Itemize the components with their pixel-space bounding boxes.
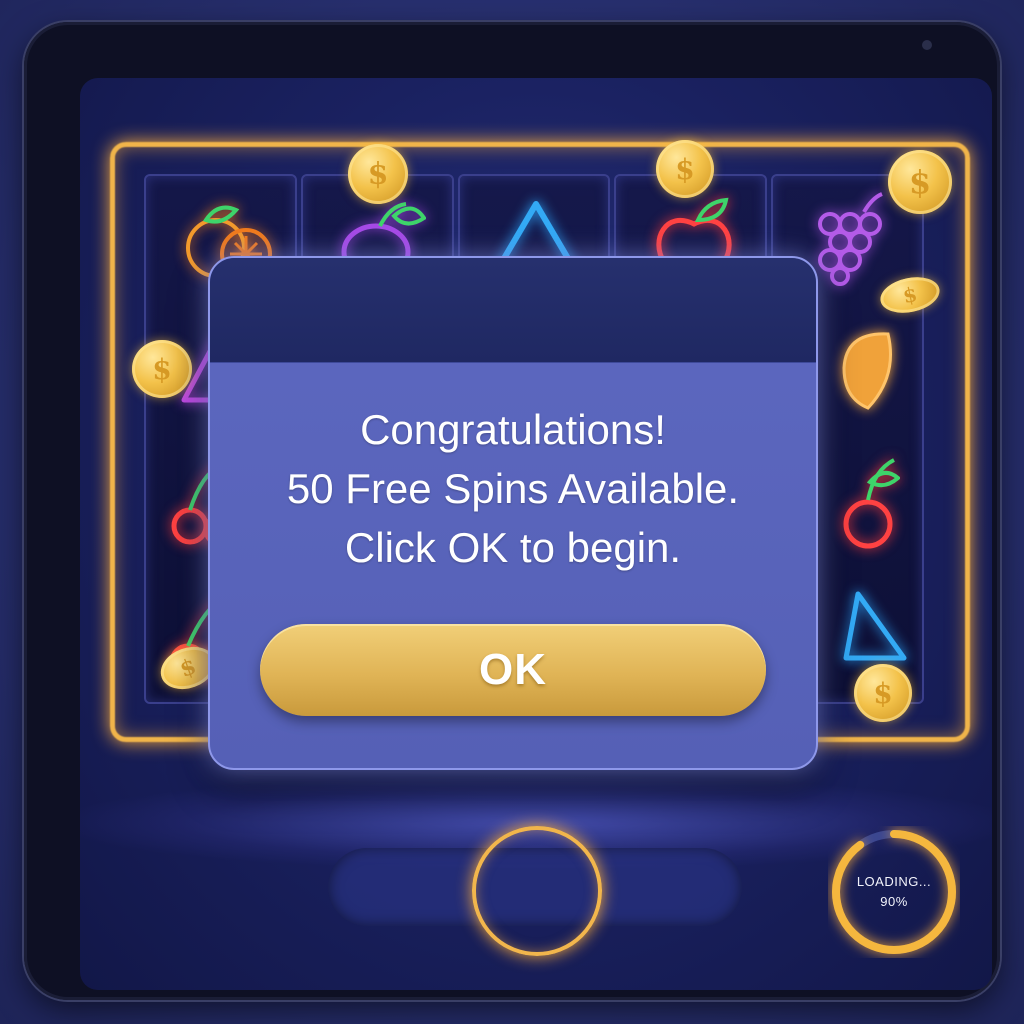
dialog-message: Congratulations! 50 Free Spins Available… [230,400,796,577]
spin-button[interactable] [472,826,602,956]
gold-coin-icon: $ [132,340,192,398]
dialog-message-line-1: Congratulations! [360,406,666,453]
camera-icon [922,40,932,50]
gold-coin-icon: $ [854,664,912,722]
gold-coin-icon: $ [888,150,952,214]
loading-indicator: LOADING... 90% [828,826,960,958]
dialog-header [210,258,816,363]
gold-coin-icon: $ [348,144,408,204]
dialog-message-line-3: Click OK to begin. [344,524,682,571]
free-spins-dialog: Congratulations! 50 Free Spins Available… [208,256,818,770]
dialog-message-line-2: 50 Free Spins Available. [286,465,740,512]
loading-text: LOADING... 90% [828,872,960,912]
lemon-icon [842,332,892,410]
ok-button[interactable]: OK [260,624,766,716]
grapes-icon [818,192,883,286]
loading-label: LOADING... [856,874,932,889]
cherry-icon [843,458,900,549]
gold-coin-icon: $ [656,140,714,198]
triangle-icon [843,591,907,661]
loading-percent: 90% [880,894,908,909]
